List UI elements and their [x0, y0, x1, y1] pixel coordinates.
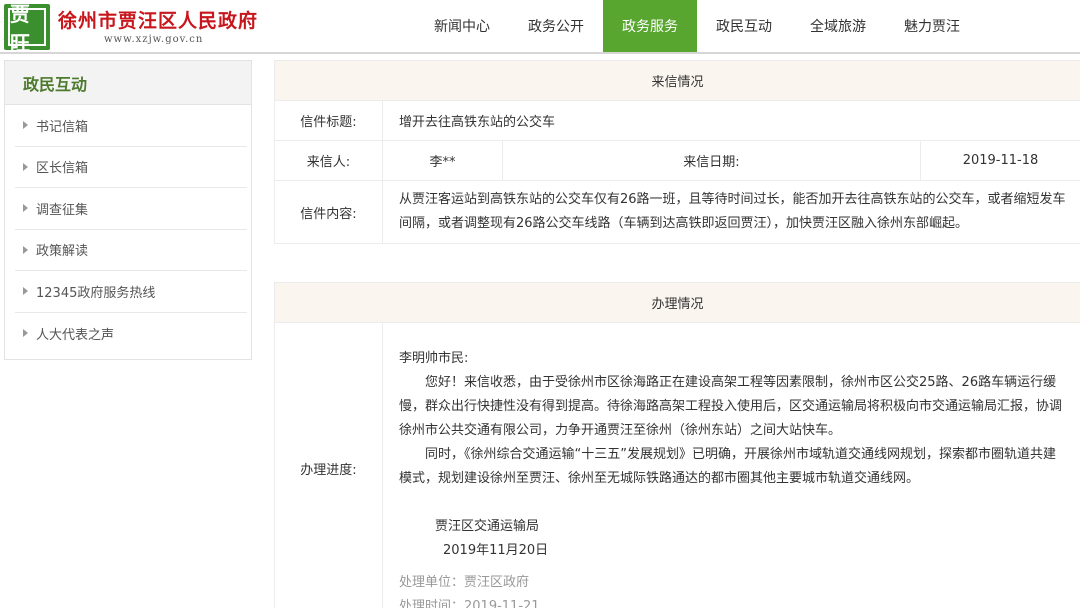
nav-item-gov-service[interactable]: 政务服务 [603, 0, 697, 52]
sidebar-item-label: 12345政府服务热线 [36, 285, 156, 301]
letter-panel: 来信情况 信件标题: 增开去往高铁东站的公交车 来信人: 李** 来信日期: 2… [274, 60, 1080, 244]
letter-section-title: 来信情况 [275, 61, 1080, 101]
handling-progress-row: 办理进度: 李明帅市民: 您好！来信收悉，由于受徐州市区徐海路正在建设高架工程等… [275, 323, 1080, 608]
sidebar-item-survey[interactable]: 调查征集 [15, 188, 247, 230]
letter-sender-row: 来信人: 李** 来信日期: 2019-11-18 [275, 141, 1080, 181]
letter-title-value: 增开去往高铁东站的公交车 [399, 115, 556, 130]
site-url: www.xzjw.gov.cn [104, 34, 204, 45]
letter-date-value: 2019-11-18 [962, 153, 1039, 168]
sidebar-item-secretary-mailbox[interactable]: 书记信箱 [15, 105, 247, 147]
arrow-right-icon [23, 287, 28, 296]
site-logo[interactable]: 贾旺 [4, 2, 50, 55]
sidebar-item-mayor-mailbox[interactable]: 区长信箱 [15, 147, 247, 188]
sidebar-item-policy[interactable]: 政策解读 [15, 230, 247, 271]
sidebar-item-npc[interactable]: 人大代表之声 [15, 313, 247, 355]
site-title[interactable]: 徐州市贾汪区人民政府 [58, 6, 258, 33]
nav-item-charm[interactable]: 魅力贾汪 [885, 0, 979, 52]
reply-sign-date: 2019年11月20日 [443, 543, 549, 558]
nav-item-interaction[interactable]: 政民互动 [697, 0, 791, 52]
handling-time: 处理时间：2019-11-21 [399, 599, 540, 608]
nav-item-news[interactable]: 新闻中心 [415, 0, 509, 52]
handling-unit: 处理单位：贾汪区政府 [399, 575, 530, 590]
letter-content-label: 信件内容: [275, 181, 383, 243]
sender-label: 来信人: [275, 141, 383, 180]
reply-signature: 贾汪区交通运输局 [435, 519, 540, 534]
sidebar: 政民互动 书记信箱 区长信箱 调查征集 政策解读 12345政府服务热线 人大代… [4, 60, 252, 360]
nav-item-gov-open[interactable]: 政务公开 [509, 0, 603, 52]
sidebar-item-label: 政策解读 [36, 244, 89, 260]
nav-item-tourism[interactable]: 全域旅游 [791, 0, 885, 52]
arrow-right-icon [23, 329, 28, 338]
letter-content-value: 从贾汪客运站到高铁东站的公交车仅有26路一班，且等待时间过长，能否加开去往高铁东… [399, 192, 1066, 231]
sidebar-item-label: 人大代表之声 [36, 327, 115, 343]
reply-paragraph-2: 同时，《徐州综合交通运输“十三五”发展规划》已明确，开展徐州市域轨道交通线网规划… [399, 447, 1056, 486]
sidebar-item-label: 区长信箱 [36, 161, 89, 177]
main-nav: 新闻中心 政务公开 政务服务 政民互动 全域旅游 魅力贾汪 [415, 0, 979, 52]
site-header: 贾旺 徐州市贾汪区人民政府 www.xzjw.gov.cn 新闻中心 政务公开 … [0, 0, 1080, 55]
arrow-right-icon [23, 245, 28, 254]
handling-panel: 办理情况 办理进度: 李明帅市民: 您好！来信收悉，由于受徐州市区徐海路正在建设… [274, 282, 1080, 608]
reply-content: 李明帅市民: 您好！来信收悉，由于受徐州市区徐海路正在建设高架工程等因素限制，徐… [383, 323, 1080, 608]
sidebar-item-hotline[interactable]: 12345政府服务热线 [15, 271, 247, 313]
handling-section-title: 办理情况 [275, 283, 1080, 323]
arrow-right-icon [23, 204, 28, 213]
reply-salutation: 李明帅市民: [399, 351, 469, 366]
letter-date-label: 来信日期: [503, 141, 921, 180]
reply-paragraph-1: 您好！来信收悉，由于受徐州市区徐海路正在建设高架工程等因素限制，徐州市区公交25… [399, 375, 1063, 438]
progress-label: 办理进度: [275, 323, 383, 608]
arrow-right-icon [23, 121, 28, 130]
sidebar-title: 政民互动 [5, 61, 251, 105]
letter-title-row: 信件标题: 增开去往高铁东站的公交车 [275, 101, 1080, 141]
sidebar-item-label: 书记信箱 [36, 119, 89, 135]
logo-emblem-icon: 贾旺 [8, 2, 46, 55]
sender-value: 李** [383, 141, 503, 180]
letter-title-label: 信件标题: [275, 101, 383, 140]
letter-content-row: 信件内容: 从贾汪客运站到高铁东站的公交车仅有26路一班，且等待时间过长，能否加… [275, 181, 1080, 243]
arrow-right-icon [23, 162, 28, 171]
sidebar-item-label: 调查征集 [36, 202, 89, 218]
